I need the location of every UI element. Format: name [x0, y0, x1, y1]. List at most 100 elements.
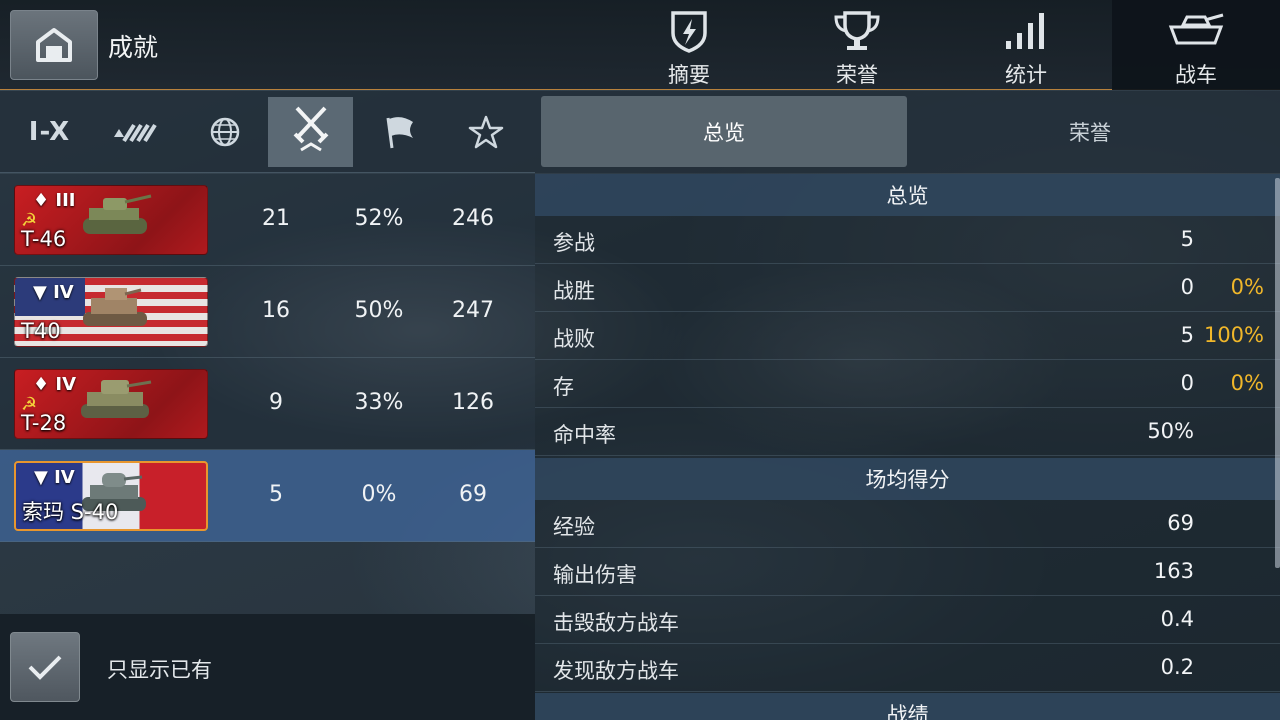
tank-image	[83, 288, 147, 326]
tier-filter-label: I-X	[28, 117, 71, 147]
stat-label: 输出伤害	[553, 563, 637, 587]
stat-label: 击毁敌方战车	[553, 611, 679, 635]
stat-label: 经验	[553, 515, 595, 539]
tank-card[interactable]: ☭ ♦ III T-46	[14, 185, 208, 255]
stat-value: 50%	[1147, 419, 1194, 443]
section-header-record: 战绩	[535, 693, 1280, 720]
stat-value: 0	[1180, 371, 1194, 395]
garage-button[interactable]	[10, 10, 98, 80]
show-owned-label: 只显示已有	[107, 658, 212, 682]
tank-icon	[1168, 13, 1224, 45]
tab-summary[interactable]: 摘要	[605, 0, 773, 90]
detail-tab-bar: 总览 荣誉	[535, 91, 1280, 173]
avg-xp: 69	[459, 482, 487, 507]
stat-label: 命中率	[553, 423, 616, 447]
stat-value: 0.2	[1160, 655, 1194, 679]
stat-label: 发现敌方战车	[553, 659, 679, 683]
tank-image	[81, 380, 152, 418]
battles-count: 9	[269, 390, 283, 415]
stat-value: 0	[1180, 275, 1194, 299]
win-rate: 50%	[354, 298, 404, 323]
tab-vehicles-label: 战车	[1175, 63, 1217, 87]
tank-row[interactable]: ▼ IV T40 16 50% 247	[0, 266, 535, 358]
stat-label: 存	[553, 375, 574, 399]
stat-row: 经验 69	[535, 500, 1280, 548]
checkmark-icon	[28, 655, 62, 680]
avg-xp: 126	[452, 390, 494, 415]
stats-scrollbar[interactable]	[1275, 178, 1280, 568]
stat-percent: 100%	[1203, 323, 1264, 347]
tab-stats[interactable]: 统计	[942, 0, 1110, 90]
stat-row: 参战 5	[535, 216, 1280, 264]
tab-honors-label: 荣誉	[836, 63, 878, 87]
tier-filter[interactable]: I-X	[7, 97, 92, 167]
tank-row-selected[interactable]: ▼ IV 索玛 S-40 5 0% 69	[0, 450, 535, 542]
owned-filter-bar: 只显示已有	[0, 614, 535, 720]
tank-row[interactable]: ☭ ♦ III T-46 21 52% 246	[0, 174, 535, 266]
trophy-icon	[834, 11, 880, 50]
garage-icon	[36, 28, 72, 62]
stat-value: 0.4	[1160, 607, 1194, 631]
battles-count: 5	[269, 482, 283, 507]
tank-row[interactable]: ☭ ♦ IV T-28 9 33% 126	[0, 358, 535, 450]
crossed-swords-filter[interactable]	[268, 97, 353, 167]
tank-card[interactable]: ☭ ♦ IV T-28	[14, 369, 208, 439]
stat-label: 战败	[553, 327, 595, 351]
tab-vehicles[interactable]: 战车	[1112, 0, 1280, 90]
tank-name: T40	[21, 319, 61, 343]
tank-card[interactable]: ▼ IV 索玛 S-40	[14, 461, 208, 531]
shield-lightning-icon	[671, 11, 707, 53]
section-header-overview: 总览	[535, 174, 1280, 216]
tab-stats-label: 统计	[1005, 63, 1047, 87]
stat-value: 5	[1180, 323, 1194, 347]
tank-card[interactable]: ▼ IV T40	[14, 277, 208, 347]
page-title: 成就	[108, 33, 159, 62]
nation-filter-icon	[210, 117, 239, 147]
avg-xp: 246	[452, 206, 494, 231]
tab-detail-honors[interactable]: 荣誉	[907, 96, 1273, 167]
flag-filter-icon	[386, 117, 413, 149]
tank-name: T-46	[21, 227, 67, 251]
stat-row: 战败 5 100%	[535, 312, 1280, 360]
win-rate: 52%	[354, 206, 404, 231]
nation-filter[interactable]	[182, 97, 267, 167]
star-filter[interactable]	[443, 97, 528, 167]
crossed-swords-filter-icon	[293, 106, 328, 152]
stat-row: 战胜 0 0%	[535, 264, 1280, 312]
star-filter-icon	[468, 115, 503, 149]
vehicle-type-filter-icon	[113, 123, 157, 143]
section-header-avg-score: 场均得分	[535, 458, 1280, 500]
vehicle-type-filter[interactable]	[92, 97, 177, 167]
tier-badge: ▼ IV	[33, 282, 74, 303]
stat-label: 参战	[553, 231, 595, 255]
stat-row: 发现敌方战车 0.2	[535, 644, 1280, 692]
battles-count: 16	[262, 298, 290, 323]
stat-percent: 0%	[1230, 275, 1264, 299]
win-rate: 0%	[361, 482, 397, 507]
stats-panel: 总览 参战 5 战胜 0 0% 战败 5 100% 存 0 0% 命中率 50%…	[535, 174, 1280, 720]
tab-honors[interactable]: 荣誉	[773, 0, 941, 90]
tank-name: T-28	[21, 411, 67, 435]
stat-value: 5	[1180, 227, 1194, 251]
tank-image	[83, 194, 152, 234]
flag-filter[interactable]	[357, 97, 442, 167]
tier-badge: ▼ IV	[34, 467, 75, 488]
stat-row: 击毁敌方战车 0.4	[535, 596, 1280, 644]
stat-row: 输出伤害 163	[535, 548, 1280, 596]
stat-value: 163	[1153, 559, 1194, 583]
stat-percent: 0%	[1230, 371, 1264, 395]
stat-row: 存 0 0%	[535, 360, 1280, 408]
tier-badge: ♦ III	[33, 190, 76, 211]
stat-row: 命中率 50%	[535, 408, 1280, 456]
tank-name: 索玛 S-40	[22, 500, 119, 524]
tier-badge: ♦ IV	[33, 374, 77, 395]
avg-xp: 247	[452, 298, 494, 323]
stat-label: 战胜	[553, 279, 595, 303]
stat-value: 69	[1167, 511, 1194, 535]
battles-count: 21	[262, 206, 290, 231]
win-rate: 33%	[354, 390, 404, 415]
bar-chart-icon	[1006, 13, 1044, 49]
show-owned-checkbox[interactable]	[10, 632, 80, 702]
tab-summary-label: 摘要	[668, 63, 710, 87]
tab-overview[interactable]: 总览	[541, 96, 907, 167]
